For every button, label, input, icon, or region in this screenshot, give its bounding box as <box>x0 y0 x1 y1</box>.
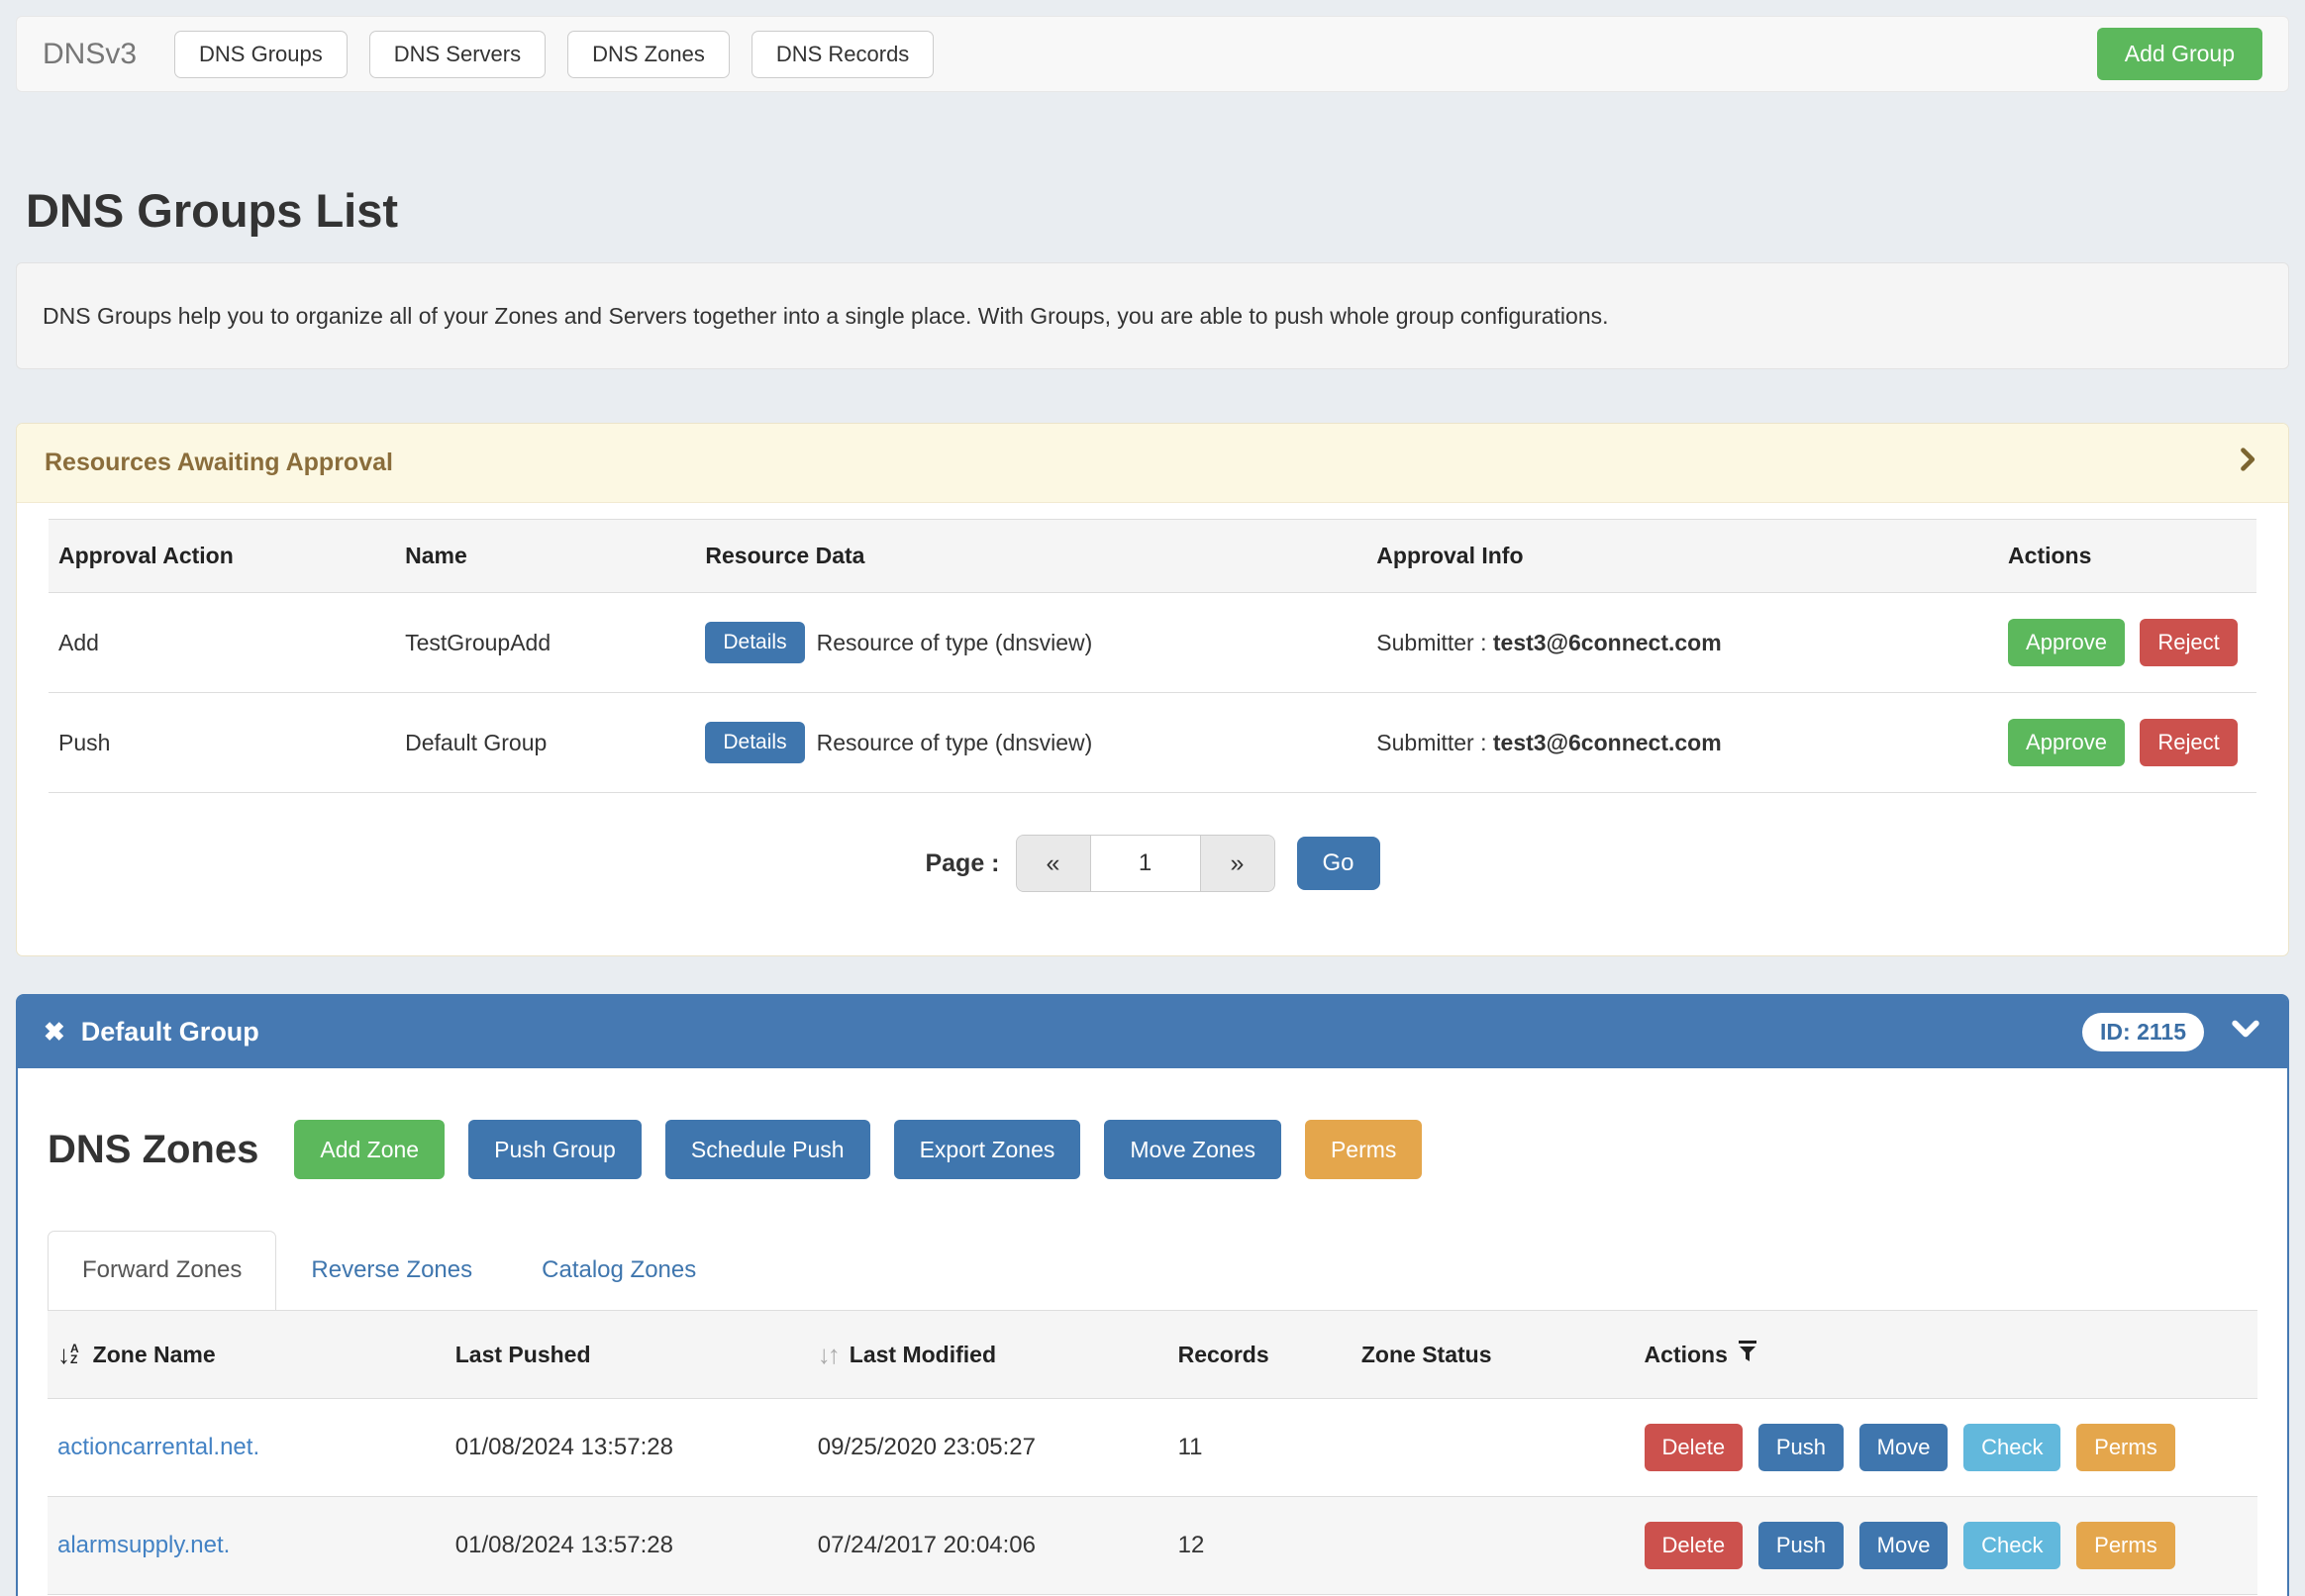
filter-icon[interactable] <box>1736 1339 1759 1370</box>
zone-row: alarmsupply.net. 01/08/2024 13:57:28 07/… <box>48 1497 2257 1595</box>
nav-dns-servers-button[interactable]: DNS Servers <box>369 31 546 78</box>
push-button[interactable]: Push <box>1758 1522 1844 1569</box>
approval-action: Add <box>49 593 395 693</box>
approval-panel-body: Approval Action Name Resource Data Appro… <box>17 503 2288 955</box>
push-group-button[interactable]: Push Group <box>468 1120 642 1179</box>
zone-last-pushed: 01/08/2024 13:57:28 <box>446 1399 808 1497</box>
reject-button[interactable]: Reject <box>2140 619 2237 666</box>
approval-col-action: Approval Action <box>49 520 395 593</box>
tab-catalog-zones[interactable]: Catalog Zones <box>507 1231 731 1310</box>
approve-button[interactable]: Approve <box>2008 619 2125 666</box>
zone-col-zone-name[interactable]: ↓AZ Zone Name <box>48 1311 446 1399</box>
forward-zones-table: ↓AZ Zone Name Last Pushed ↓↑ Last Modifi… <box>48 1310 2257 1596</box>
group-panel-title: Default Group <box>81 1017 259 1047</box>
page-label: Page : <box>925 849 999 878</box>
zone-row: actioncarrental.net. 01/08/2024 13:57:28… <box>48 1399 2257 1497</box>
check-button[interactable]: Check <box>1963 1424 2060 1471</box>
prev-page-button[interactable]: « <box>1017 836 1090 891</box>
approve-button[interactable]: Approve <box>2008 719 2125 766</box>
zone-records: 12 <box>1168 1497 1352 1595</box>
zone-col-last-pushed: Last Pushed <box>446 1311 808 1399</box>
approval-col-approval-info: Approval Info <box>1366 520 1998 593</box>
approval-panel-title: Resources Awaiting Approval <box>45 449 393 477</box>
approval-action: Push <box>49 693 395 793</box>
default-group-panel: ✖ Default Group ID: 2115 DNS Zones Add Z… <box>16 994 2289 1596</box>
zone-last-modified: 07/24/2017 20:04:06 <box>808 1497 1168 1595</box>
details-button[interactable]: Details <box>705 622 804 663</box>
page-stepper: « » <box>1016 835 1275 892</box>
tab-forward-zones[interactable]: Forward Zones <box>48 1231 276 1310</box>
go-button[interactable]: Go <box>1297 837 1380 890</box>
nav-dns-groups-button[interactable]: DNS Groups <box>174 31 348 78</box>
top-navbar: DNSv3 DNS Groups DNS Servers DNS Zones D… <box>16 16 2289 92</box>
zones-tabs: Forward Zones Reverse Zones Catalog Zone… <box>48 1231 2257 1310</box>
approval-table: Approval Action Name Resource Data Appro… <box>49 519 2256 793</box>
perms-row-button[interactable]: Perms <box>2076 1424 2175 1471</box>
submitter-label: Submitter : <box>1376 630 1486 655</box>
resource-description: Resource of type (dnsview) <box>817 630 1093 656</box>
add-group-button[interactable]: Add Group <box>2097 28 2262 80</box>
check-button[interactable]: Check <box>1963 1522 2060 1569</box>
app-brand: DNSv3 <box>43 38 137 71</box>
sort-alpha-icon[interactable]: ↓AZ <box>57 1340 79 1370</box>
zone-col-zone-status: Zone Status <box>1352 1311 1635 1399</box>
push-button[interactable]: Push <box>1758 1424 1844 1471</box>
add-zone-button[interactable]: Add Zone <box>294 1120 445 1179</box>
perms-row-button[interactable]: Perms <box>2076 1522 2175 1569</box>
resources-awaiting-approval-panel: Resources Awaiting Approval Approval Act… <box>16 423 2289 956</box>
nav-button-group: DNS Groups DNS Servers DNS Zones DNS Rec… <box>174 31 934 78</box>
nav-dns-zones-button[interactable]: DNS Zones <box>567 31 730 78</box>
page-title: DNS Groups List <box>26 185 2279 237</box>
dns-zones-toolbar: DNS Zones Add Zone Push Group Schedule P… <box>48 1120 2257 1179</box>
approval-row: Push Default Group Details Resource of t… <box>49 693 2256 793</box>
approval-pagination: Page : « » Go <box>49 835 2256 892</box>
export-zones-button[interactable]: Export Zones <box>894 1120 1081 1179</box>
submitter-email: test3@6connect.com <box>1493 630 1722 655</box>
move-button[interactable]: Move <box>1859 1522 1949 1569</box>
chevron-down-icon[interactable] <box>2230 1013 2261 1051</box>
details-button[interactable]: Details <box>705 722 804 763</box>
page-number-input[interactable] <box>1090 836 1201 891</box>
submitter-label: Submitter : <box>1376 730 1486 755</box>
zone-status <box>1352 1399 1635 1497</box>
zone-name-link[interactable]: alarmsupply.net. <box>57 1532 230 1558</box>
close-icon[interactable]: ✖ <box>44 1017 65 1047</box>
resource-description: Resource of type (dnsview) <box>817 730 1093 756</box>
chevron-right-icon[interactable] <box>2233 446 2260 480</box>
zone-status <box>1352 1497 1635 1595</box>
next-page-button[interactable]: » <box>1201 836 1274 891</box>
submitter-email: test3@6connect.com <box>1493 730 1722 755</box>
group-panel-body: DNS Zones Add Zone Push Group Schedule P… <box>18 1068 2287 1596</box>
zone-col-last-modified[interactable]: ↓↑ Last Modified <box>808 1311 1168 1399</box>
move-zones-button[interactable]: Move Zones <box>1104 1120 1281 1179</box>
zone-col-actions: Actions <box>1635 1311 2257 1399</box>
approval-col-name: Name <box>395 520 695 593</box>
zone-last-pushed: 01/08/2024 13:57:28 <box>446 1497 808 1595</box>
approval-name: TestGroupAdd <box>395 593 695 693</box>
approval-col-actions: Actions <box>1998 520 2256 593</box>
move-button[interactable]: Move <box>1859 1424 1949 1471</box>
zone-records: 11 <box>1168 1399 1352 1497</box>
delete-button[interactable]: Delete <box>1645 1522 1744 1569</box>
reject-button[interactable]: Reject <box>2140 719 2237 766</box>
zone-col-records: Records <box>1168 1311 1352 1399</box>
perms-button[interactable]: Perms <box>1305 1120 1422 1179</box>
schedule-push-button[interactable]: Schedule Push <box>665 1120 870 1179</box>
nav-dns-records-button[interactable]: DNS Records <box>752 31 934 78</box>
dns-zones-heading: DNS Zones <box>48 1128 258 1172</box>
group-panel-header: ✖ Default Group ID: 2115 <box>18 996 2287 1068</box>
group-id-badge: ID: 2115 <box>2082 1013 2204 1051</box>
delete-button[interactable]: Delete <box>1645 1424 1744 1471</box>
approval-col-resource-data: Resource Data <box>695 520 1366 593</box>
approval-panel-header[interactable]: Resources Awaiting Approval <box>17 424 2288 503</box>
approval-row: Add TestGroupAdd Details Resource of typ… <box>49 593 2256 693</box>
zone-name-link[interactable]: actioncarrental.net. <box>57 1434 259 1460</box>
sort-updown-icon[interactable]: ↓↑ <box>818 1340 838 1370</box>
approval-name: Default Group <box>395 693 695 793</box>
page-description: DNS Groups help you to organize all of y… <box>16 262 2289 369</box>
zone-last-modified: 09/25/2020 23:05:27 <box>808 1399 1168 1497</box>
tab-reverse-zones[interactable]: Reverse Zones <box>276 1231 507 1310</box>
